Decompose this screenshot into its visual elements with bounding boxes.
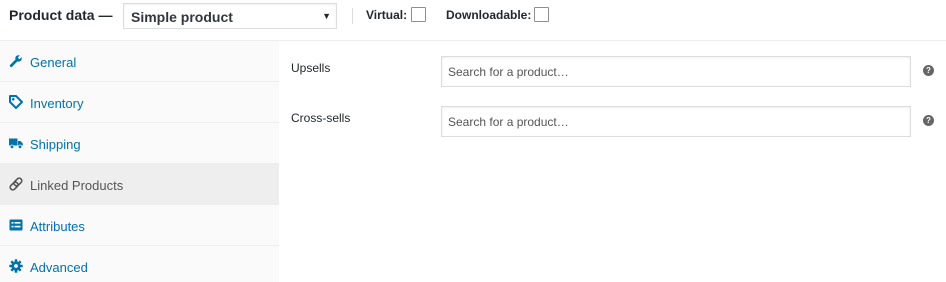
tab-attributes-label: Attributes <box>30 219 85 234</box>
tab-inventory[interactable]: Inventory <box>0 82 279 123</box>
tab-advanced-label: Advanced <box>30 260 88 275</box>
product-data-header: Product data — Simple product ▼ Virtual:… <box>0 0 946 41</box>
tab-advanced[interactable]: Advanced <box>0 246 279 282</box>
virtual-label: Virtual: <box>366 8 408 22</box>
tab-linked-products-label: Linked Products <box>30 178 124 193</box>
product-type-selected-value: Simple product <box>131 9 233 25</box>
cross-sells-search-input[interactable] <box>441 106 911 137</box>
virtual-checkbox[interactable] <box>411 7 426 22</box>
tab-linked-products[interactable]: Linked Products <box>0 164 279 205</box>
cross-sells-help-icon[interactable]: ? <box>923 115 934 126</box>
tab-inventory-label: Inventory <box>30 96 84 111</box>
header-divider <box>352 8 353 24</box>
truck-icon <box>9 138 23 149</box>
tab-general[interactable]: General <box>0 41 279 82</box>
downloadable-label: Downloadable: <box>446 8 532 22</box>
tab-shipping-label: Shipping <box>30 137 81 152</box>
tab-shipping[interactable]: Shipping <box>0 123 279 164</box>
upsells-help-icon[interactable]: ? <box>923 65 934 76</box>
upsells-search-input[interactable] <box>441 56 911 87</box>
list-icon <box>9 219 23 231</box>
product-type-select[interactable]: Simple product ▼ <box>123 3 337 29</box>
cross-sells-label: Cross-sells <box>291 111 351 125</box>
tab-attributes[interactable]: Attributes <box>0 205 279 246</box>
tab-general-label: General <box>30 55 77 70</box>
chevron-down-icon: ▼ <box>322 11 331 21</box>
wrench-icon <box>9 55 22 68</box>
upsells-label: Upsells <box>291 61 331 75</box>
tag-icon <box>9 95 23 109</box>
gear-icon <box>9 259 23 273</box>
product-data-title: Product data — <box>9 7 113 23</box>
downloadable-checkbox[interactable] <box>534 7 549 22</box>
product-data-tabs: General Inventory Shipping Linked Produc… <box>0 41 279 282</box>
link-icon <box>9 177 23 191</box>
